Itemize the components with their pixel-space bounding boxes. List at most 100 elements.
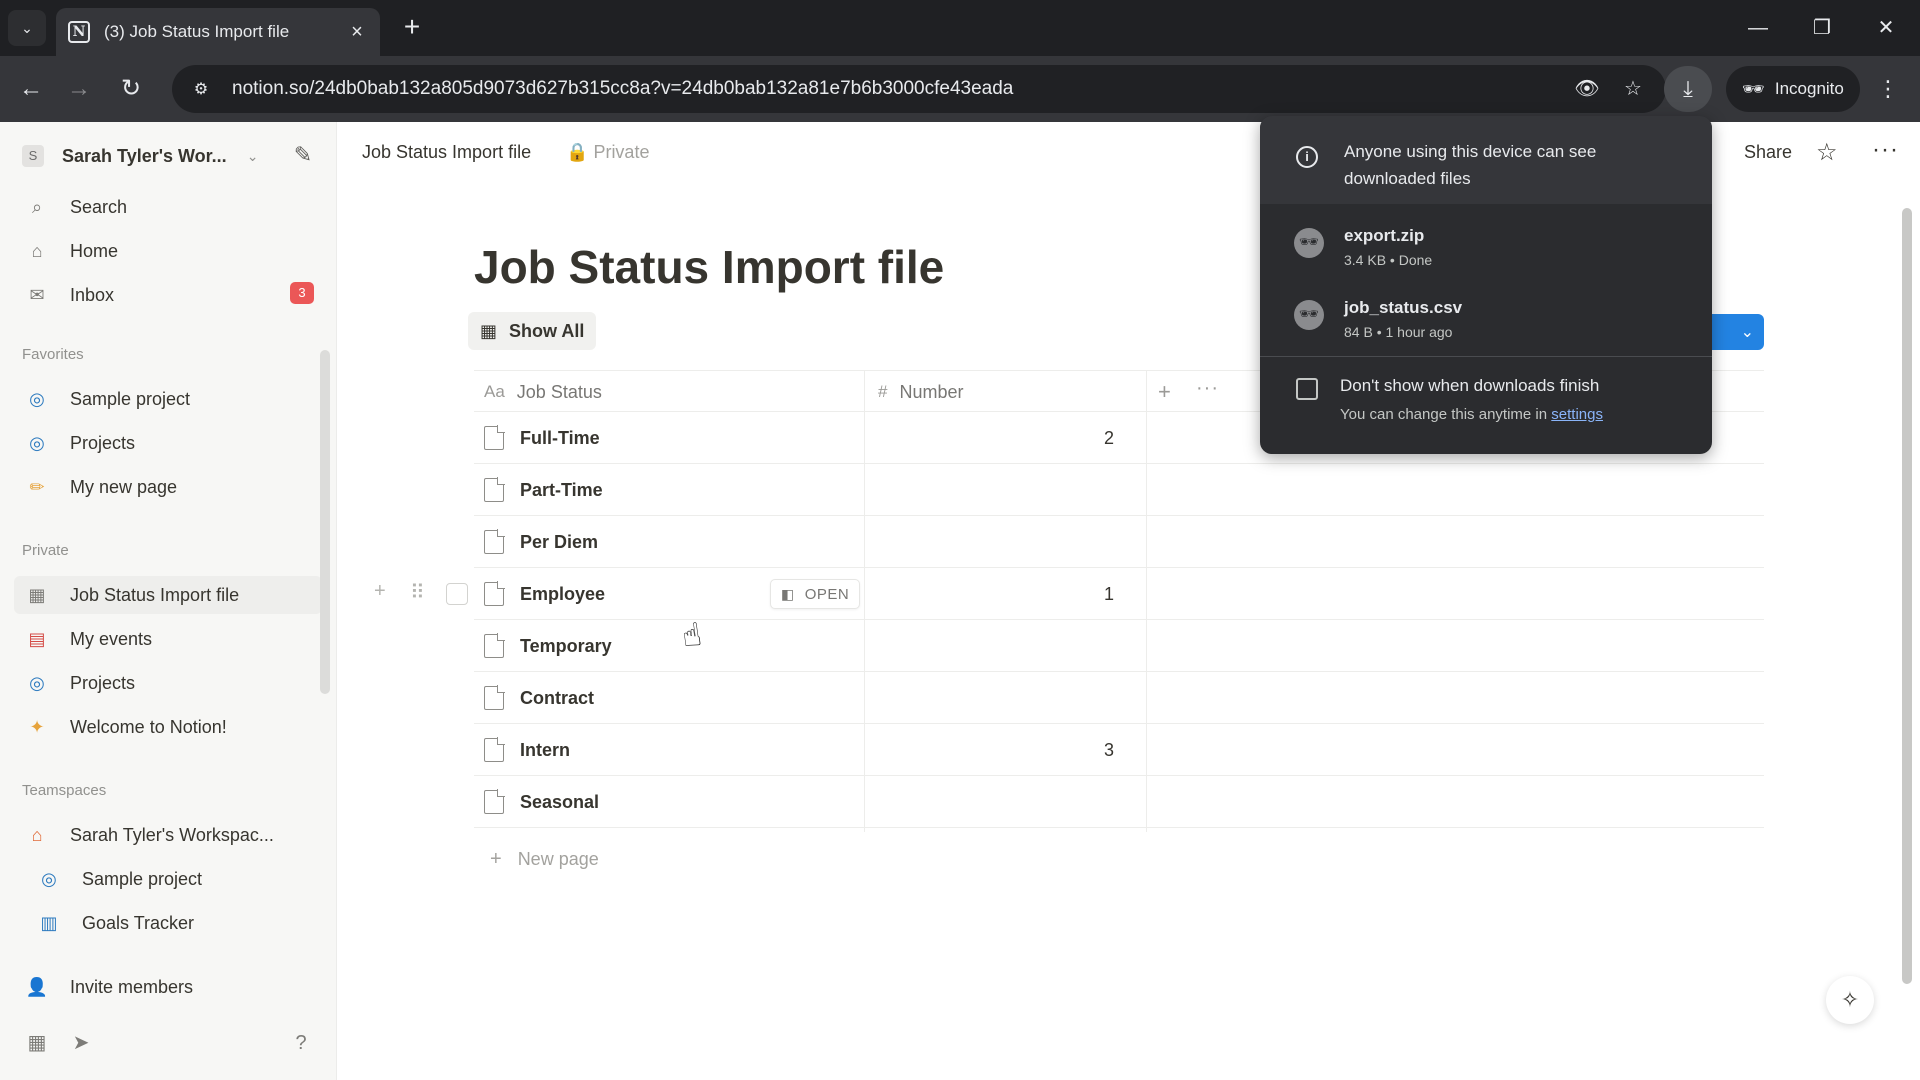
row-checkbox[interactable] <box>446 583 468 605</box>
column-header-number[interactable]: # Number <box>878 371 964 413</box>
workspace-switcher[interactable]: S Sarah Tyler's Wor... ⌄ <box>22 140 282 172</box>
row-number-cell[interactable] <box>754 672 1114 724</box>
sidebar-item-teamspace[interactable]: ⌂ Sarah Tyler's Workspac... <box>14 816 322 854</box>
row-number-cell[interactable] <box>754 776 1114 828</box>
row-name: Contract <box>520 687 595 708</box>
sidebar-item-invite-members[interactable]: 👤 Invite members <box>14 968 322 1006</box>
inbox-icon: ✉ <box>29 284 45 305</box>
sidebar-item-job-status-import-file[interactable]: ▦ Job Status Import file <box>14 576 322 614</box>
privacy-label: Private <box>593 142 650 162</box>
favorite-star-icon[interactable]: ☆ <box>1816 138 1838 167</box>
column-header-job-status[interactable]: Aa Job Status <box>484 371 602 413</box>
dont-show-checkbox[interactable] <box>1296 378 1318 400</box>
add-row-icon[interactable]: + <box>374 580 386 603</box>
breadcrumb[interactable]: Job Status Import file <box>362 142 531 163</box>
sidebar-scrollbar[interactable] <box>320 350 330 694</box>
ai-assistant-button[interactable]: ✧ <box>1826 976 1874 1024</box>
sidebar-item-sample-project[interactable]: ◎ Sample project <box>14 380 322 418</box>
sidebar-item-my-events[interactable]: ▤ My events <box>14 620 322 658</box>
incognito-label: Incognito <box>1774 79 1844 98</box>
browser-tab[interactable]: N (3) Job Status Import file × <box>56 8 380 56</box>
row-name-cell[interactable]: Per Diem <box>484 516 598 568</box>
row-number-cell[interactable] <box>754 620 1114 672</box>
privacy-indicator[interactable]: 🔒 Private <box>566 142 649 163</box>
property-more-icon[interactable]: ··· <box>1196 377 1219 400</box>
table-row[interactable]: Temporary <box>474 620 1764 672</box>
share-button[interactable]: Share <box>1744 142 1792 163</box>
row-number-cell[interactable] <box>754 516 1114 568</box>
dont-show-label[interactable]: Don't show when downloads finish <box>1340 376 1599 396</box>
row-number-cell[interactable]: 2 <box>754 412 1114 464</box>
row-number-cell[interactable]: 3 <box>754 724 1114 776</box>
forward-button[interactable]: → <box>62 72 96 106</box>
page-icon <box>484 737 505 762</box>
tab-list-button[interactable]: ⌄ <box>8 10 46 46</box>
sidebar-item-projects[interactable]: ◎ Projects <box>14 424 322 462</box>
incognito-indicator[interactable]: 🕶 Incognito <box>1726 66 1860 112</box>
sparkle-icon: ✦ <box>29 716 45 737</box>
downloads-button[interactable]: ⤓ <box>1664 66 1712 112</box>
table-row-hovered[interactable]: + ⠿ Employee ◧ OPEN 1 <box>374 568 1764 620</box>
drag-handle-icon[interactable]: ⠿ <box>410 580 425 605</box>
view-tab-show-all[interactable]: ▦ Show All <box>468 312 597 350</box>
inbox-badge: 3 <box>290 282 314 304</box>
row-name-cell[interactable]: Temporary <box>484 620 612 672</box>
site-info-icon[interactable]: ⚙ <box>190 78 212 100</box>
send-icon[interactable]: ➤ <box>66 1028 96 1058</box>
download-icon: ⤓ <box>1683 76 1693 101</box>
sidebar-item-team-sample-project[interactable]: ◎ Sample project <box>14 860 322 898</box>
sidebar-item-my-new-page[interactable]: ✏ My new page <box>14 468 322 506</box>
sidebar-item-goals-tracker[interactable]: ▥ Goals Tracker <box>14 904 322 942</box>
row-number-cell[interactable] <box>754 464 1114 516</box>
plus-icon: + <box>490 848 502 870</box>
sidebar-item-home[interactable]: ⌂ Home <box>14 232 322 270</box>
table-row[interactable]: Part-Time <box>474 464 1764 516</box>
row-name-cell[interactable]: Seasonal <box>484 776 599 828</box>
table-row[interactable]: Intern 3 <box>474 724 1764 776</box>
download-item[interactable]: 🕶 job_status.csv 84 B • 1 hour ago <box>1260 284 1712 356</box>
row-name-cell[interactable]: Intern <box>484 724 570 776</box>
sidebar-item-projects-private[interactable]: ◎ Projects <box>14 664 322 702</box>
row-name-cell[interactable]: Part-Time <box>484 464 603 516</box>
page-icon <box>484 685 505 710</box>
tracking-protection-icon[interactable]: 👁 <box>1572 74 1602 104</box>
window-close-icon[interactable]: ✕ <box>1866 12 1906 44</box>
row-name-cell[interactable]: Full-Time <box>484 412 600 464</box>
tab-close-icon[interactable]: × <box>346 21 368 44</box>
page-icon <box>484 529 505 554</box>
chevron-down-icon: ⌄ <box>246 147 259 164</box>
downloads-settings-note: You can change this anytime in settings <box>1340 406 1603 423</box>
download-item[interactable]: 🕶 export.zip 3.4 KB • Done <box>1260 212 1712 284</box>
browser-menu-icon[interactable]: ⋮ <box>1872 72 1904 106</box>
sidebar-item-welcome[interactable]: ✦ Welcome to Notion! <box>14 708 322 746</box>
page-title[interactable]: Job Status Import file <box>474 240 944 294</box>
table-row[interactable]: Contract <box>474 672 1764 724</box>
table-row[interactable]: Seasonal <box>474 776 1764 828</box>
table-icon: ▦ <box>480 320 498 341</box>
restore-icon[interactable]: ❐ <box>1802 12 1842 44</box>
browser-tab-bar: ⌄ N (3) Job Status Import file × + — ❐ ✕ <box>0 0 1920 56</box>
new-tab-button[interactable]: + <box>396 12 428 44</box>
new-page-row[interactable]: + New page <box>490 848 599 871</box>
add-property-icon[interactable]: + <box>1158 379 1171 405</box>
new-page-compose-icon[interactable]: ✎ <box>288 140 318 170</box>
back-button[interactable]: ← <box>14 72 48 106</box>
more-options-icon[interactable]: ··· <box>1872 136 1899 164</box>
url-text[interactable]: notion.so/24db0bab132a805d9073d627b315cc… <box>232 78 1556 100</box>
help-icon[interactable]: ? <box>286 1028 316 1058</box>
bookmark-star-icon[interactable]: ☆ <box>1618 74 1648 104</box>
settings-link[interactable]: settings <box>1551 406 1603 423</box>
minimize-icon[interactable]: — <box>1738 12 1778 44</box>
page-scrollbar[interactable] <box>1902 208 1912 984</box>
table-row[interactable]: Per Diem <box>474 516 1764 568</box>
row-name-cell[interactable]: Employee <box>484 568 605 620</box>
sidebar-item-search[interactable]: ⌕ Search <box>14 188 322 226</box>
page-icon <box>484 633 505 658</box>
row-name: Intern <box>520 739 571 760</box>
calendar-app-icon[interactable]: ▦ <box>22 1028 52 1058</box>
row-name-cell[interactable]: Contract <box>484 672 594 724</box>
address-bar[interactable]: ⚙ notion.so/24db0bab132a805d9073d627b315… <box>172 65 1666 113</box>
row-number-cell[interactable]: 1 <box>754 568 1114 620</box>
sidebar-item-inbox[interactable]: ✉ Inbox <box>14 276 322 314</box>
reload-button[interactable]: ↻ <box>114 72 148 106</box>
